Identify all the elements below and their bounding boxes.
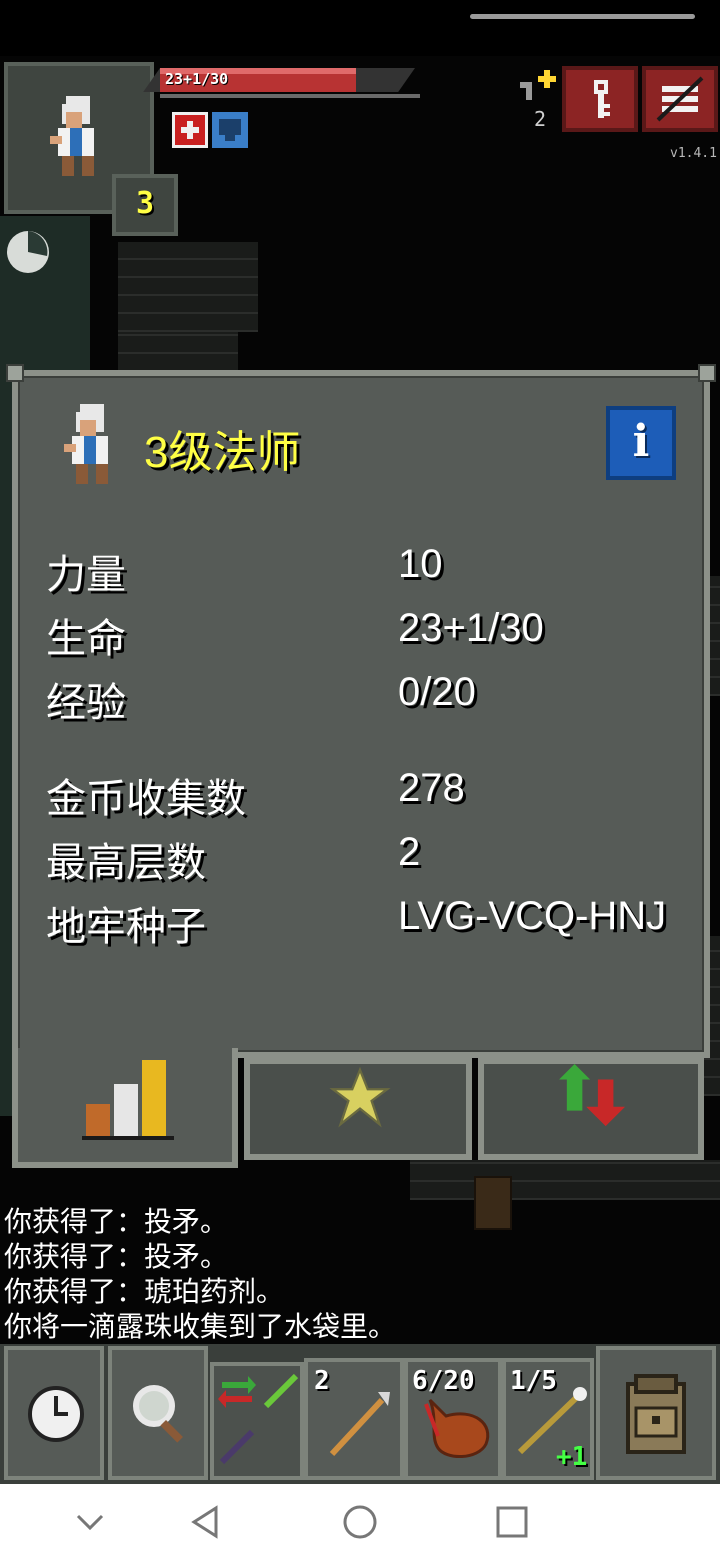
quickslot-1[interactable]: 2	[304, 1358, 404, 1480]
door-icon[interactable]	[474, 1176, 512, 1230]
key-icon	[594, 80, 610, 118]
stat-value-health: 23+1/30	[398, 606, 544, 650]
shield-buff-icon[interactable]	[212, 112, 248, 148]
stat-label-experience: 经验	[46, 681, 126, 725]
recents-square-icon[interactable]	[490, 1500, 534, 1544]
log-line: 你获得了：投矛。	[4, 1206, 229, 1237]
stat-label-health: 生命	[46, 617, 126, 661]
search-button[interactable]	[108, 1346, 208, 1480]
stats-bars-icon	[82, 1060, 174, 1140]
log-line: 你获得了：琥珀药剂。	[4, 1276, 285, 1307]
regeneration-buff-icon[interactable]	[172, 112, 208, 148]
tab-stats[interactable]	[12, 1048, 238, 1168]
info-button[interactable]: i	[606, 406, 676, 480]
info-icon: i	[632, 416, 650, 467]
quickslot-swap-panel[interactable]	[210, 1362, 304, 1480]
level-up-icon[interactable]: 2	[520, 70, 556, 128]
level-up-count: 2	[534, 107, 546, 128]
mage-sprite-icon	[50, 96, 94, 176]
quickslot-2[interactable]: 6/20	[404, 1358, 502, 1480]
mage-sprite-icon	[64, 404, 108, 484]
up-down-arrows-icon	[559, 1064, 626, 1127]
hp-text: 23+1/30	[165, 70, 229, 88]
hero-level-number: 3	[135, 186, 155, 221]
record-value-depth: 2	[398, 830, 421, 874]
record-label-depth: 最高层数	[46, 841, 206, 885]
menu-button[interactable]	[642, 66, 718, 132]
clock-icon	[28, 1386, 84, 1442]
quickslot-3[interactable]: 1/5 +1	[502, 1358, 594, 1480]
xp-bar	[160, 94, 420, 98]
status-bar	[0, 0, 720, 56]
home-circle-icon[interactable]	[338, 1500, 382, 1544]
hero-level-badge: 3	[112, 174, 178, 236]
dungeon-wall	[118, 332, 238, 372]
tab-badges[interactable]	[244, 1058, 472, 1160]
backpack-icon	[626, 1374, 686, 1454]
swap-arrows-icon	[218, 1376, 256, 1408]
quickslot-2-count: 6/20	[412, 1366, 475, 1396]
timer-pie-icon	[7, 231, 49, 273]
status-pill	[470, 14, 695, 19]
green-wand-icon	[263, 1373, 299, 1409]
chevron-down-icon[interactable]	[68, 1500, 112, 1544]
waterskin-icon	[424, 1398, 490, 1459]
log-line: 你将一滴露珠收集到了水袋里。	[4, 1311, 397, 1342]
stat-value-strength: 10	[398, 542, 443, 586]
hero-title: 3级法师	[144, 428, 301, 477]
back-triangle-icon[interactable]	[184, 1500, 228, 1544]
record-label-gold: 金币收集数	[46, 777, 246, 821]
dark-wand-icon	[219, 1429, 255, 1465]
wait-button[interactable]	[4, 1346, 104, 1480]
menu-icon	[656, 76, 704, 122]
star-badge-icon	[329, 1066, 391, 1128]
backpack-button[interactable]	[596, 1346, 716, 1480]
record-value-gold: 278	[398, 766, 465, 810]
journal-key-button[interactable]	[562, 66, 638, 132]
magnifier-icon	[133, 1385, 183, 1443]
record-label-seed: 地牢种子	[46, 905, 206, 949]
log-line: 你获得了：投矛。	[4, 1241, 229, 1272]
window-corner	[698, 364, 716, 382]
dungeon-wall	[118, 242, 258, 332]
dungeon-wall	[410, 1160, 720, 1200]
tab-rankings[interactable]	[478, 1058, 704, 1160]
hero-info-window: 3级法师 i 力量 10 生命 23+1/30 经验 0/20 金币收集数 27…	[6, 364, 716, 1058]
version-label: v1.4.1	[670, 146, 717, 161]
stat-value-experience: 0/20	[398, 670, 476, 714]
throwing-spear-icon	[329, 1392, 390, 1457]
quickslot-3-upgrade: +1	[556, 1442, 588, 1472]
stat-label-strength: 力量	[46, 553, 126, 597]
window-corner	[6, 364, 24, 382]
record-value-seed: LVG-VCQ-HNJ	[398, 894, 667, 938]
